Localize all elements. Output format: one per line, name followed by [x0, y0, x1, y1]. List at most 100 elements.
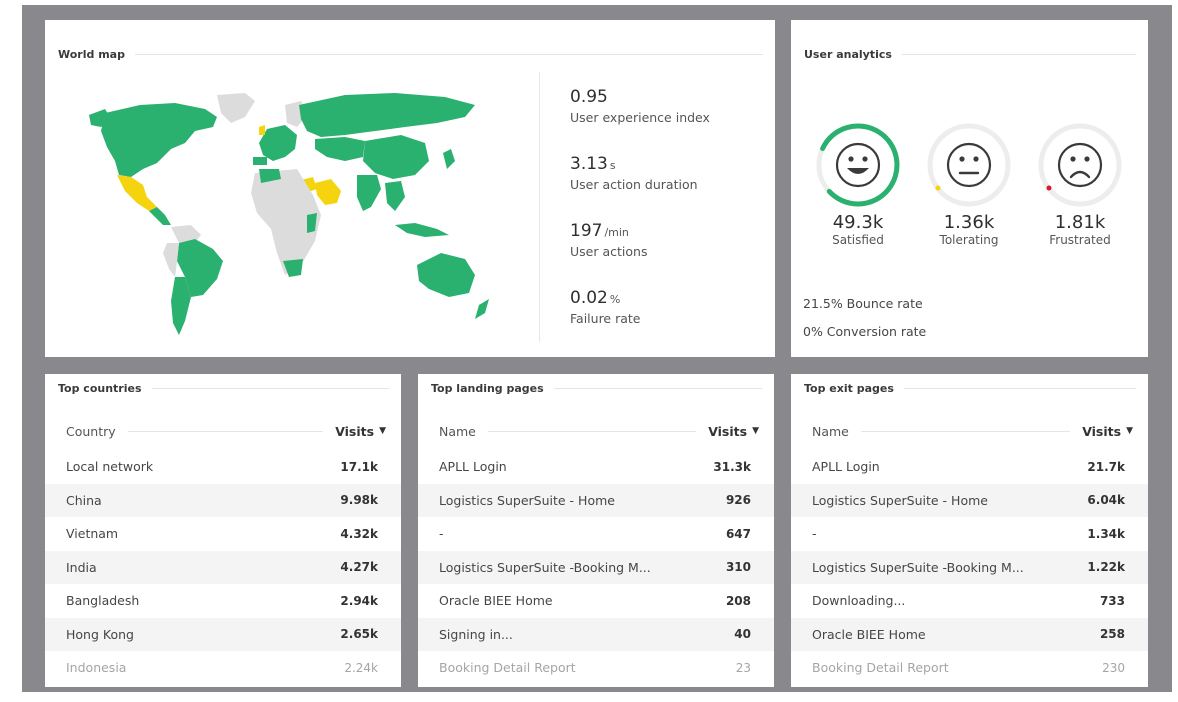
- table-row[interactable]: India 4.27k: [45, 550, 401, 584]
- table-header: Country Visits ▼: [45, 418, 401, 444]
- country-india[interactable]: [357, 175, 381, 211]
- row-name: Booking Detail Report: [812, 660, 949, 676]
- country-indonesia[interactable]: [395, 223, 449, 237]
- frustrated-label: Frustrated: [1049, 233, 1111, 247]
- satisfied-group[interactable]: 49.3k Satisfied: [813, 120, 903, 247]
- row-name: Local network: [66, 459, 154, 475]
- top-exit-pages-panel: Top exit pages Name Visits ▼ APLL Login 21…: [791, 374, 1148, 687]
- top-landing-pages-panel: Top landing pages Name Visits ▼ APLL Logi…: [418, 374, 774, 687]
- sort-desc-icon: ▼: [752, 426, 759, 436]
- row-visits: 733: [1099, 593, 1125, 608]
- top-exit-pages-title: Top exit pages: [804, 382, 894, 395]
- satisfied-face-icon: [816, 123, 900, 207]
- table-header: Name Visits ▼: [791, 418, 1148, 444]
- row-visits: 17.1k: [340, 459, 378, 474]
- metric-unit: %: [609, 293, 621, 306]
- row-name: APLL Login: [812, 459, 880, 475]
- country-peru[interactable]: [163, 243, 179, 277]
- table-row[interactable]: Local network 17.1k: [45, 450, 401, 484]
- row-visits: 2.94k: [340, 593, 378, 608]
- row-name: Logistics SuperSuite - Home: [812, 492, 988, 508]
- row-name: Logistics SuperSuite -Booking M...: [812, 559, 1024, 575]
- row-name: Hong Kong: [66, 626, 134, 642]
- world-map-panel: World map 0.95 User experience index 3.1…: [45, 20, 775, 357]
- column-header-country[interactable]: Country: [66, 424, 116, 439]
- metric-unit: /min: [604, 226, 629, 239]
- table-row[interactable]: Vietnam 4.32k: [45, 517, 401, 551]
- panel-title: Top exit pages: [804, 382, 1136, 395]
- metric-user-actions[interactable]: 197/min User actions: [570, 221, 647, 259]
- table-row[interactable]: Oracle BIEE Home 208: [418, 584, 774, 618]
- row-visits: 6.04k: [1087, 493, 1125, 508]
- country-spain[interactable]: [253, 157, 267, 165]
- table-row[interactable]: - 647: [418, 517, 774, 551]
- country-central-asia[interactable]: [315, 137, 365, 161]
- column-header-name[interactable]: Name: [439, 424, 476, 439]
- row-visits: 1.22k: [1087, 560, 1125, 575]
- country-australia[interactable]: [417, 253, 475, 297]
- country-greenland[interactable]: [217, 93, 255, 123]
- row-visits: 1.34k: [1087, 526, 1125, 541]
- metric-failure-rate[interactable]: 0.02% Failure rate: [570, 288, 641, 326]
- table-row[interactable]: Booking Detail Report 23: [418, 651, 774, 685]
- column-header-name[interactable]: Name: [812, 424, 849, 439]
- country-uk[interactable]: [259, 125, 265, 135]
- top-countries-panel: Top countries Country Visits ▼ Local netw…: [45, 374, 401, 687]
- row-visits: 2.65k: [340, 627, 378, 642]
- table-body: APLL Login 31.3k Logistics SuperSuite - H…: [418, 450, 774, 685]
- bounce-rate: 21.5% Bounce rate: [803, 296, 923, 311]
- table-row[interactable]: Logistics SuperSuite -Booking M... 310: [418, 550, 774, 584]
- table-row[interactable]: Oracle BIEE Home 258: [791, 617, 1148, 651]
- country-mexico[interactable]: [117, 175, 157, 211]
- row-name: Vietnam: [66, 526, 119, 542]
- country-southeast-asia[interactable]: [385, 181, 405, 211]
- metric-user-experience-index[interactable]: 0.95 User experience index: [570, 87, 710, 125]
- column-header-visits[interactable]: Visits ▼: [335, 424, 386, 439]
- row-visits: 9.98k: [340, 493, 378, 508]
- table-row[interactable]: Downloading... 733: [791, 584, 1148, 618]
- country-north-america[interactable]: [101, 103, 217, 177]
- country-japan[interactable]: [443, 149, 455, 169]
- satisfied-count: 49.3k: [832, 212, 884, 233]
- frustrated-count: 1.81k: [1054, 212, 1106, 233]
- table-row[interactable]: APLL Login 31.3k: [418, 450, 774, 484]
- country-central-america[interactable]: [149, 207, 171, 225]
- table-row[interactable]: Logistics SuperSuite - Home 926: [418, 483, 774, 517]
- table-row[interactable]: - 1.34k: [791, 517, 1148, 551]
- table-row[interactable]: Logistics SuperSuite - Home 6.04k: [791, 483, 1148, 517]
- tolerating-group[interactable]: 1.36k Tolerating: [924, 120, 1014, 247]
- table-row[interactable]: Signing in... 40: [418, 617, 774, 651]
- column-header-visits[interactable]: Visits ▼: [708, 424, 759, 439]
- row-visits: 230: [1102, 660, 1125, 675]
- panel-title: Top landing pages: [431, 382, 762, 395]
- frustrated-group[interactable]: 1.81k Frustrated: [1035, 120, 1125, 247]
- table-body: Local network 17.1k China 9.98k Vietnam 4.3…: [45, 450, 401, 685]
- table-row[interactable]: APLL Login 21.7k: [791, 450, 1148, 484]
- table-row[interactable]: Booking Detail Report 230: [791, 651, 1148, 685]
- metric-unit: s: [609, 159, 616, 172]
- country-russia[interactable]: [299, 93, 475, 137]
- world-map[interactable]: [45, 65, 525, 345]
- frustrated-face-icon: [1038, 123, 1122, 207]
- table-row[interactable]: Hong Kong 2.65k: [45, 617, 401, 651]
- row-name: Booking Detail Report: [439, 660, 576, 676]
- table-row[interactable]: Bangladesh 2.94k: [45, 584, 401, 618]
- country-new-zealand[interactable]: [475, 299, 489, 319]
- world-map-title: World map: [58, 48, 125, 61]
- divider: [539, 72, 540, 342]
- row-name: Logistics SuperSuite - Home: [439, 492, 615, 508]
- metric-label: User action duration: [570, 177, 698, 192]
- country-saudi-arabia[interactable]: [315, 179, 341, 205]
- table-row[interactable]: Indonesia 2.24k: [45, 651, 401, 685]
- row-name: -: [812, 526, 817, 542]
- country-china[interactable]: [363, 135, 429, 179]
- column-header-visits[interactable]: Visits ▼: [1082, 424, 1133, 439]
- tolerating-label: Tolerating: [939, 233, 999, 247]
- table-row[interactable]: Logistics SuperSuite -Booking M... 1.22k: [791, 550, 1148, 584]
- table-row[interactable]: China 9.98k: [45, 483, 401, 517]
- row-name: -: [439, 526, 444, 542]
- metric-label: Failure rate: [570, 311, 641, 326]
- metric-user-action-duration[interactable]: 3.13 s User action duration: [570, 154, 698, 192]
- row-visits: 258: [1099, 627, 1125, 642]
- metric-value: 197: [570, 221, 603, 241]
